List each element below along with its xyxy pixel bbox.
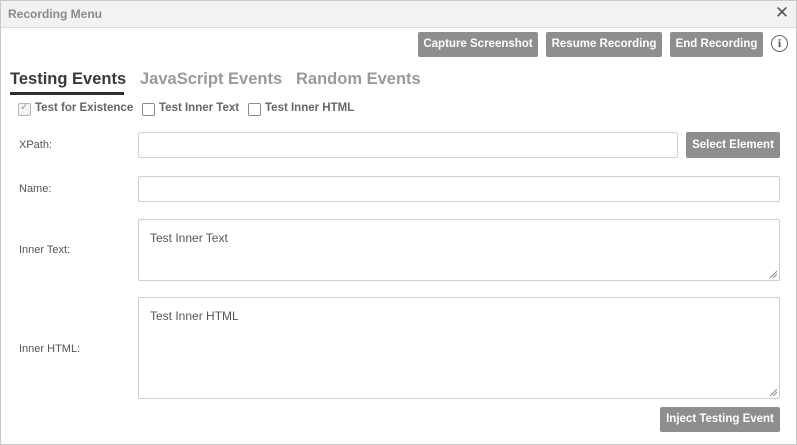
inner-html-value: Test Inner HTML	[150, 309, 239, 323]
info-icon[interactable]: i	[771, 35, 788, 52]
resize-grip-icon[interactable]	[770, 389, 777, 396]
name-label: Name:	[19, 183, 52, 195]
inject-testing-event-button[interactable]: Inject Testing Event	[660, 407, 780, 432]
xpath-label: XPath:	[19, 139, 53, 151]
active-tab-indicator	[10, 92, 124, 95]
test-existence-checkbox	[18, 102, 31, 116]
capture-screenshot-button[interactable]: Capture Screenshot	[418, 32, 538, 57]
recording-menu-dialog: Recording Menu ✕ Capture Screenshot Resu…	[0, 0, 797, 445]
tab-javascript-events[interactable]: JavaScript Events	[140, 70, 282, 89]
close-icon[interactable]: ✕	[774, 4, 790, 22]
test-inner-text-checkbox[interactable]	[142, 103, 155, 116]
name-input[interactable]	[138, 176, 780, 202]
select-element-button[interactable]: Select Element	[686, 132, 780, 158]
inner-text-value: Test Inner Text	[150, 231, 228, 245]
window-title: Recording Menu	[8, 7, 103, 21]
test-inner-text-label: Test Inner Text	[159, 102, 240, 114]
inner-html-textarea[interactable]: Test Inner HTML	[138, 297, 780, 399]
test-inner-html-label: Test Inner HTML	[265, 102, 355, 114]
inner-text-label: Inner Text:	[19, 244, 71, 256]
end-recording-button[interactable]: End Recording	[670, 32, 763, 57]
title-bar: Recording Menu ✕	[1, 1, 796, 28]
xpath-input[interactable]	[138, 132, 678, 158]
test-inner-html-checkbox[interactable]	[248, 103, 261, 116]
resume-recording-button[interactable]: Resume Recording	[546, 32, 662, 57]
tab-random-events[interactable]: Random Events	[296, 70, 421, 89]
inner-html-label: Inner HTML:	[19, 343, 81, 355]
test-existence-label: Test for Existence	[35, 102, 134, 114]
resize-grip-icon[interactable]	[770, 271, 777, 278]
tab-testing-events[interactable]: Testing Events	[10, 70, 126, 89]
inner-text-textarea[interactable]: Test Inner Text	[138, 219, 780, 281]
